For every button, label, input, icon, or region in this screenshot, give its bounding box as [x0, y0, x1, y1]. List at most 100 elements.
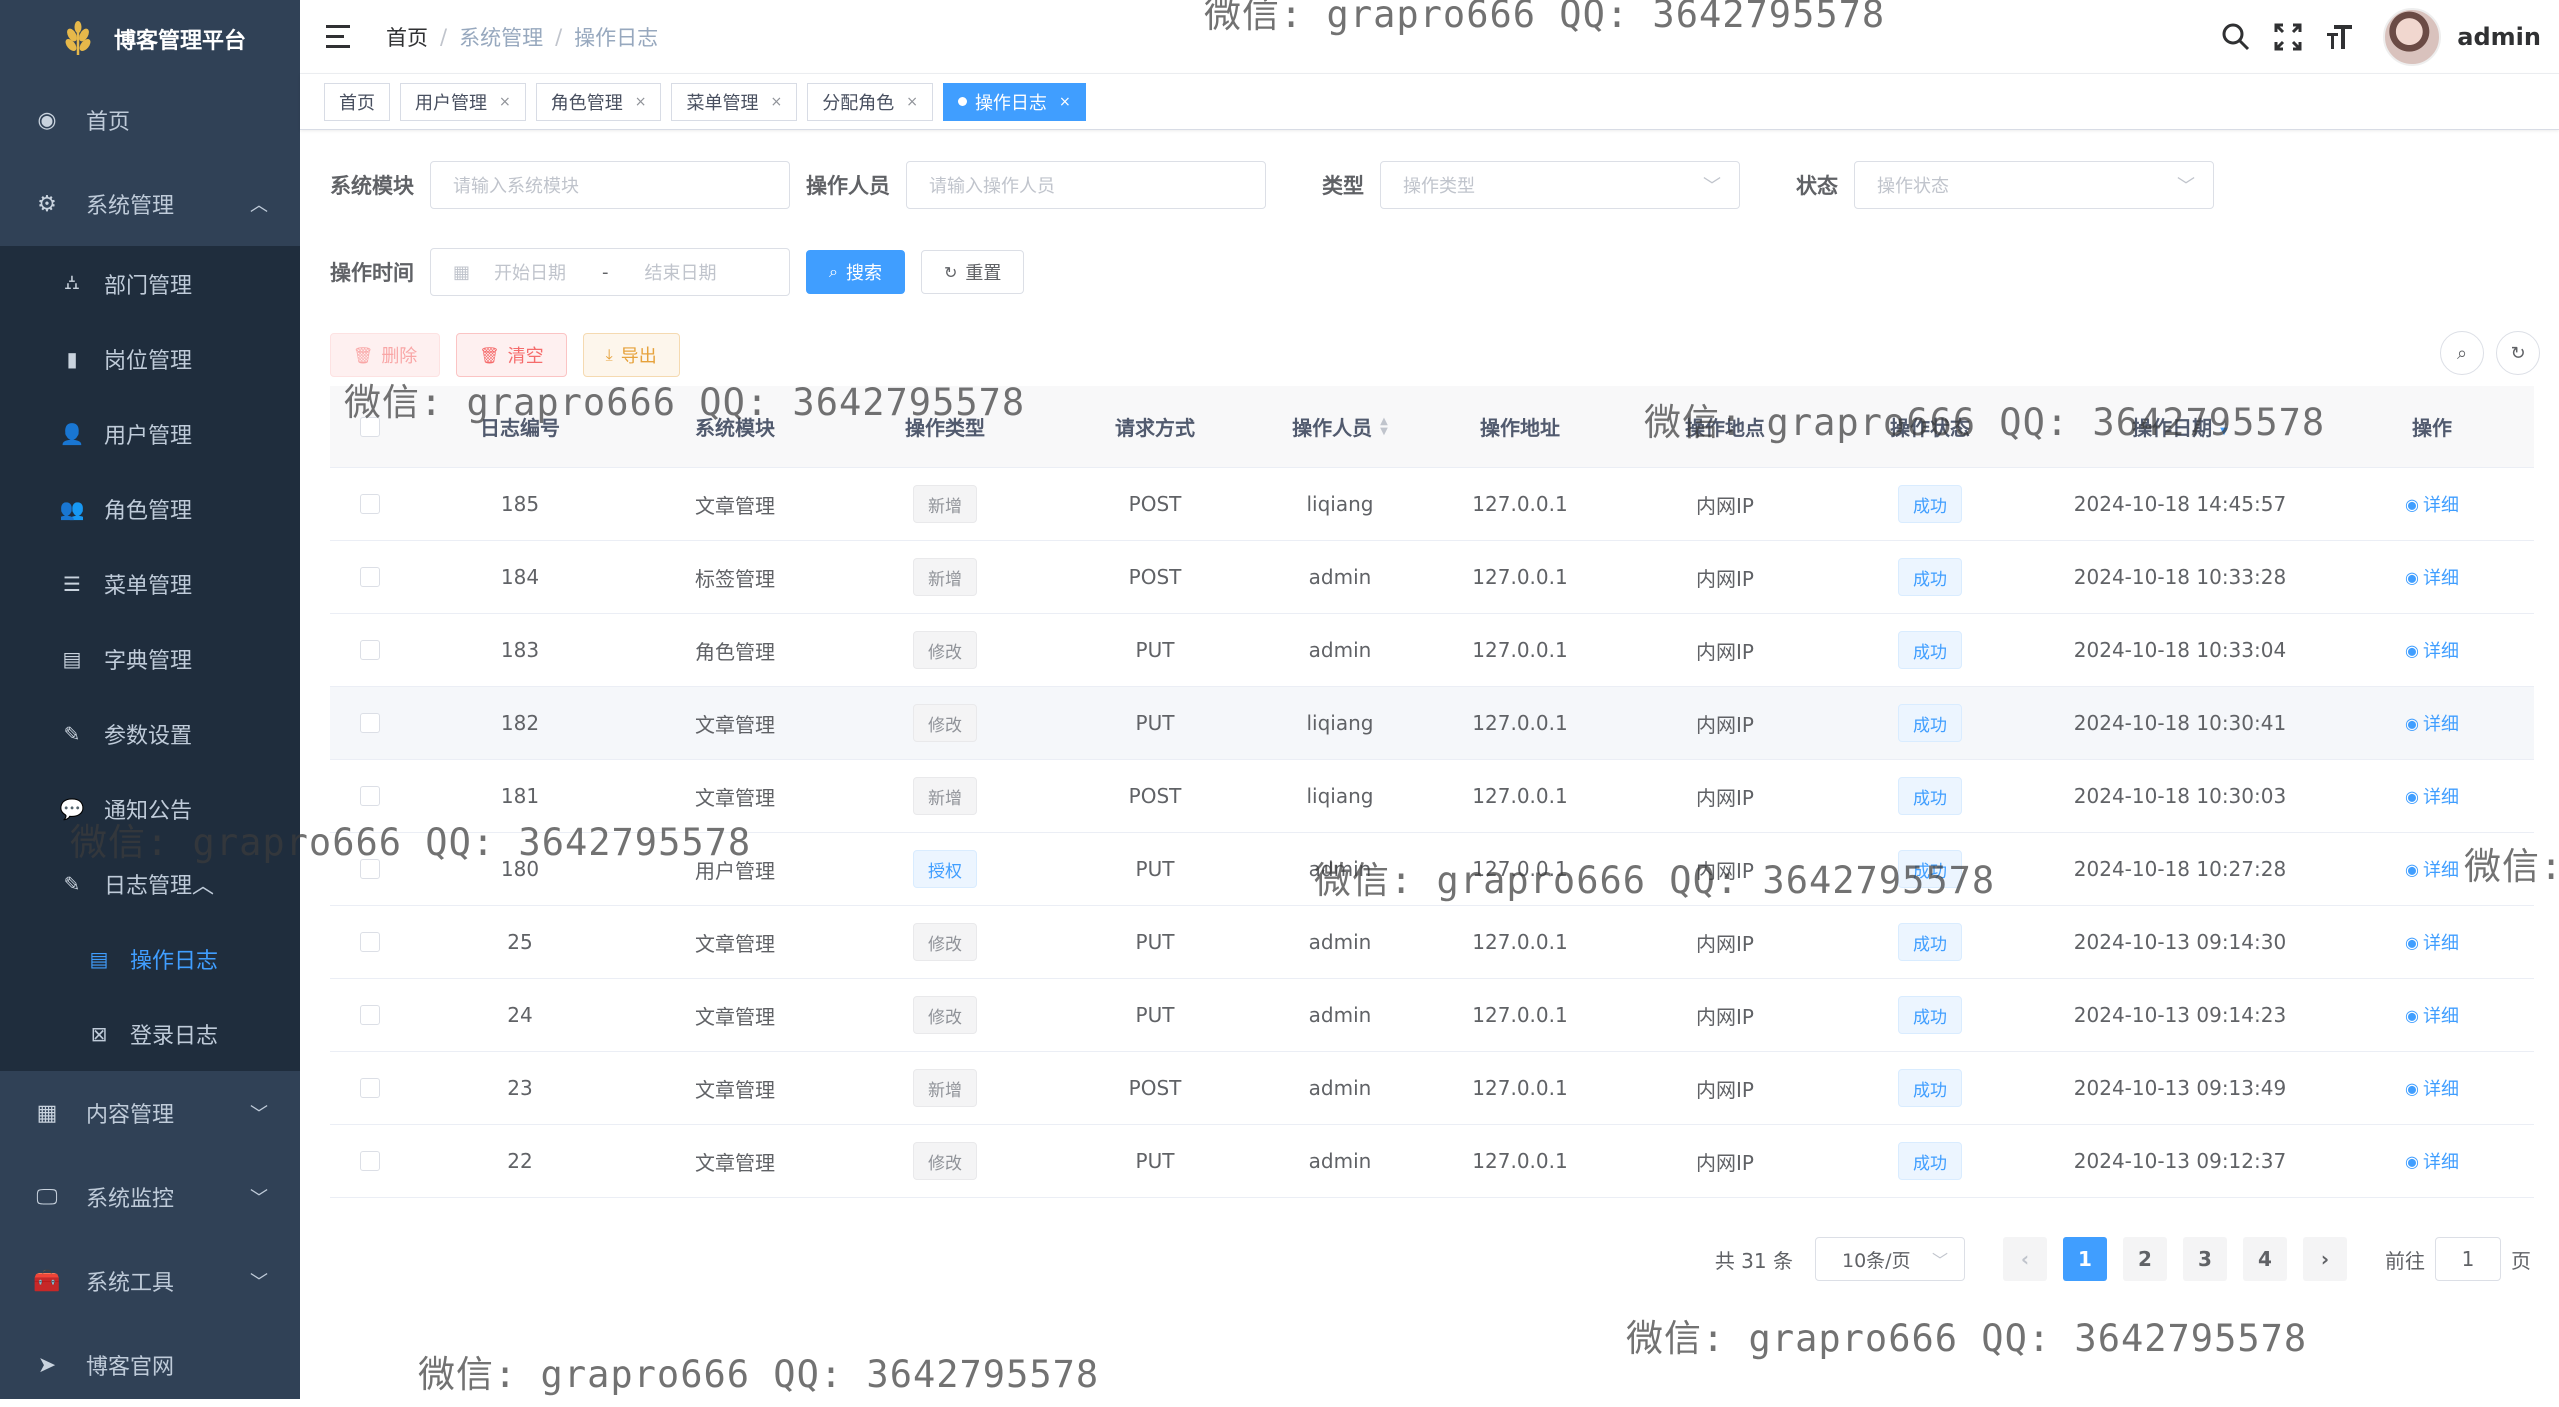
close-icon[interactable]: × — [1059, 94, 1071, 110]
type-select[interactable]: 操作类型 ﹀ — [1380, 161, 1740, 209]
page-button[interactable]: 1 — [2063, 1237, 2107, 1281]
cell-type: 修改 — [840, 1142, 1050, 1180]
tag-user[interactable]: 用户管理 × — [400, 82, 526, 121]
avatar[interactable] — [2383, 8, 2442, 66]
tag-menu[interactable]: 菜单管理 × — [671, 82, 798, 121]
th-type: 操作类型 — [905, 416, 985, 440]
monitor-icon: 🖵 — [36, 1184, 58, 1210]
type-tag: 修改 — [913, 996, 977, 1034]
select-all-checkbox[interactable] — [360, 416, 380, 437]
status-select[interactable]: 操作状态 ﹀ — [1854, 161, 2214, 209]
page-button[interactable]: 4 — [2243, 1237, 2287, 1281]
sidebar-logo[interactable]: 博客管理平台 — [0, 0, 300, 78]
search-icon[interactable] — [2219, 20, 2253, 54]
row-checkbox[interactable] — [360, 1078, 380, 1098]
row-checkbox[interactable] — [360, 1151, 380, 1171]
next-page-button[interactable]: › — [2303, 1237, 2347, 1281]
sidebar-item-monitor[interactable]: 🖵 系统监控 ﹀ — [0, 1155, 300, 1239]
row-checkbox[interactable] — [360, 713, 380, 733]
date-range-picker[interactable]: ▦ 开始日期 - 结束日期 — [430, 248, 790, 296]
row-checkbox[interactable] — [360, 859, 380, 879]
sidebar-item-content[interactable]: ▦ 内容管理 ﹀ — [0, 1071, 300, 1155]
detail-link[interactable]: ◉ 详细 — [2405, 491, 2459, 517]
row-checkbox[interactable] — [360, 567, 380, 587]
tag-role[interactable]: 角色管理 × — [535, 82, 662, 121]
search-button[interactable]: ⌕ 搜索 — [806, 250, 905, 294]
tag-oper-log[interactable]: 操作日志 × — [942, 82, 1086, 121]
reset-button[interactable]: ↻ 重置 — [920, 250, 1025, 294]
detail-link[interactable]: ◉ 详细 — [2405, 856, 2459, 882]
prev-page-button[interactable]: ‹ — [2003, 1237, 2047, 1281]
tag-assign-role[interactable]: 分配角色 × — [807, 82, 933, 121]
detail-link[interactable]: ◉ 详细 — [2405, 783, 2459, 809]
refresh-button[interactable]: ↻ — [2496, 331, 2540, 375]
eye-icon: ◉ — [2405, 1078, 2419, 1098]
breadcrumb-item[interactable]: 首页 — [386, 22, 428, 52]
sidebar-item-menu[interactable]: ☰ 菜单管理 — [0, 546, 300, 621]
fullscreen-icon[interactable] — [2271, 20, 2305, 54]
detail-link[interactable]: ◉ 详细 — [2405, 929, 2459, 955]
navbar: 首页 / 系统管理 / 操作日志 admin — [300, 0, 2559, 74]
clear-button[interactable]: 🗑 清空 — [456, 333, 567, 377]
sort-caret-icon[interactable]: ▲ ▼ — [1380, 416, 1388, 437]
cell-date: 2024-10-18 14:45:57 — [2073, 492, 2287, 516]
post-icon: ▮ — [66, 346, 78, 371]
type-placeholder: 操作类型 — [1403, 176, 1475, 197]
page-button[interactable]: 3 — [2183, 1237, 2227, 1281]
sort-caret-icon[interactable]: ▲ ▼ — [2220, 416, 2228, 437]
detail-link[interactable]: ◉ 详细 — [2405, 1002, 2459, 1028]
row-checkbox[interactable] — [360, 1005, 380, 1025]
sidebar-item-home[interactable]: ◉ 首页 — [0, 78, 300, 162]
sidebar-item-dept[interactable]: ⛼ 部门管理 — [0, 246, 300, 321]
detail-link[interactable]: ◉ 详细 — [2405, 1148, 2459, 1174]
row-checkbox[interactable] — [360, 932, 380, 952]
export-button[interactable]: ⤓ 导出 — [582, 333, 680, 377]
row-checkbox[interactable] — [360, 640, 380, 660]
delete-button[interactable]: 🗑 删除 — [330, 333, 441, 377]
cell-module: 文章管理 — [695, 1150, 775, 1175]
detail-link[interactable]: ◉ 详细 — [2405, 637, 2459, 663]
sidebar-item-dict[interactable]: ▤ 字典管理 — [0, 621, 300, 696]
sidebar-item-oper-log[interactable]: ▤ 操作日志 — [0, 921, 300, 996]
row-checkbox[interactable] — [360, 786, 380, 806]
detail-link[interactable]: ◉ 详细 — [2405, 1075, 2459, 1101]
module-input[interactable]: 请输入系统模块 — [430, 161, 790, 209]
close-icon[interactable]: × — [770, 94, 782, 110]
watermark: 微信: grapro666 QQ: 3642795578 — [1626, 1317, 2308, 1360]
cell-id: 24 — [507, 1003, 533, 1027]
font-size-icon[interactable] — [2323, 20, 2357, 54]
operator-input[interactable]: 请输入操作人员 — [906, 161, 1266, 209]
username[interactable]: admin — [2457, 23, 2541, 51]
goto-page-input[interactable]: 1 — [2435, 1237, 2501, 1281]
sidebar-item-system[interactable]: ⚙ 系统管理 ︿ — [0, 162, 300, 246]
tag-home[interactable]: 首页 — [324, 82, 390, 121]
breadcrumb-item[interactable]: 系统管理 — [459, 22, 543, 52]
row-checkbox[interactable] — [360, 494, 380, 514]
page-size-select[interactable]: 10条/页 ﹀ — [1815, 1237, 1965, 1281]
sidebar-item-post[interactable]: ▮ 岗位管理 — [0, 321, 300, 396]
sidebar-item-site[interactable]: ➤ 博客官网 — [0, 1323, 300, 1407]
sidebar-item-log[interactable]: ✎ 日志管理 ︿ — [0, 846, 300, 921]
status-label: 状态 — [1796, 174, 1838, 198]
select-cell — [330, 494, 410, 514]
log-icon: ✎ — [63, 871, 81, 896]
th-date[interactable]: 操作日期 ▲ ▼ — [2030, 412, 2330, 441]
close-icon[interactable]: × — [906, 94, 918, 110]
sidebar-item-role[interactable]: 👥 角色管理 — [0, 471, 300, 546]
sidebar-item-config[interactable]: ✎ 参数设置 — [0, 696, 300, 771]
detail-link[interactable]: ◉ 详细 — [2405, 710, 2459, 736]
th-operator[interactable]: 操作人员 ▲ ▼ — [1260, 412, 1420, 441]
toggle-search-button[interactable]: ⌕ — [2440, 331, 2484, 375]
close-icon[interactable]: × — [635, 94, 647, 110]
detail-link[interactable]: ◉ 详细 — [2405, 564, 2459, 590]
close-icon[interactable]: × — [499, 94, 511, 110]
page-button[interactable]: 2 — [2123, 1237, 2167, 1281]
hamburger-icon[interactable] — [326, 24, 356, 49]
sidebar-item-notice[interactable]: 💬 通知公告 — [0, 771, 300, 846]
sidebar-item-login-log[interactable]: ⊠ 登录日志 — [0, 996, 300, 1071]
sidebar-item-tool[interactable]: 🧰 系统工具 ﹀ — [0, 1239, 300, 1323]
goto-label: 前往 — [2385, 1248, 2425, 1273]
sidebar-item-user[interactable]: 👤 用户管理 — [0, 396, 300, 471]
cell-module: 文章管理 — [695, 493, 775, 518]
cell-location: 内网IP — [1696, 931, 1754, 956]
